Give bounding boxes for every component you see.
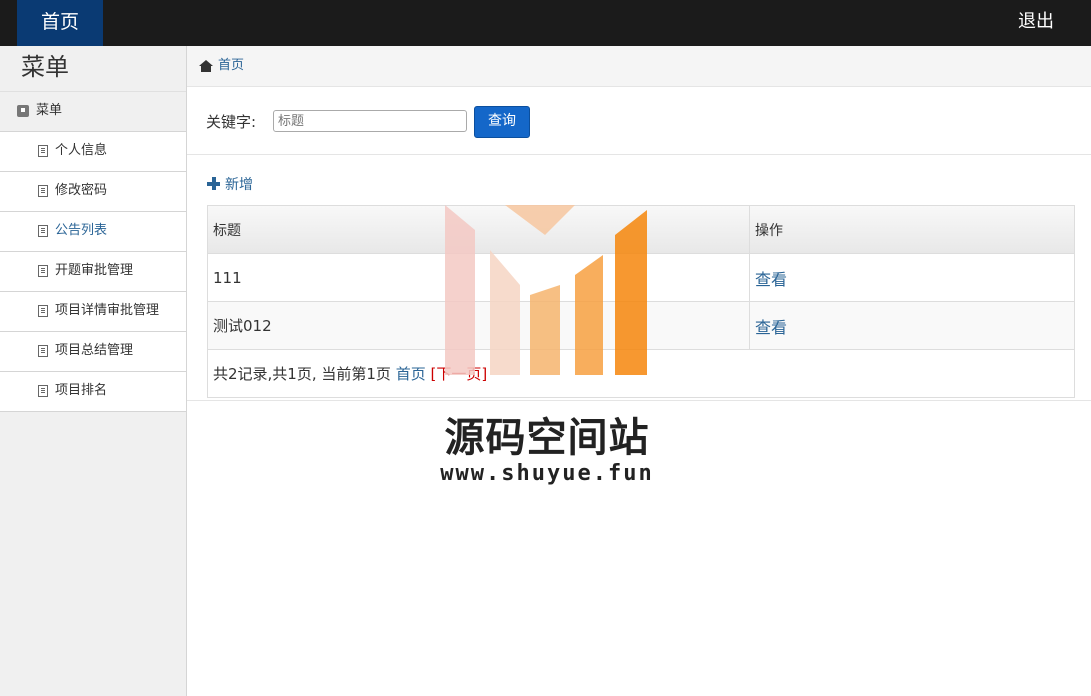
top-navbar: 首页 退出 bbox=[0, 0, 1091, 46]
sidebar-item-label: 公告列表 bbox=[55, 223, 108, 238]
list-icon bbox=[38, 264, 48, 277]
sidebar-title: 菜单 bbox=[0, 46, 186, 92]
sidebar-item-label: 项目总结管理 bbox=[55, 343, 134, 358]
watermark-name: 源码空间站 bbox=[444, 415, 650, 461]
sidebar-item-label: 修改密码 bbox=[55, 183, 108, 198]
watermark-url: www.shuyue.fun bbox=[440, 461, 654, 486]
sidebar-item-change-password[interactable]: 修改密码 bbox=[0, 172, 186, 212]
view-link[interactable]: 查看 bbox=[755, 270, 787, 289]
home-icon bbox=[199, 59, 213, 72]
list-icon bbox=[38, 304, 48, 317]
logo-bar bbox=[530, 285, 560, 375]
column-header-action: 操作 bbox=[749, 206, 1074, 254]
sidebar-item-project-detail-approval[interactable]: 项目详情审批管理 bbox=[0, 292, 186, 332]
list-icon bbox=[38, 144, 48, 157]
breadcrumb-home-link[interactable]: 首页 bbox=[218, 58, 244, 73]
logout-button[interactable]: 退出 bbox=[1018, 0, 1054, 44]
logo-bar bbox=[490, 250, 520, 375]
sidebar-item-notice-list[interactable]: 公告列表 bbox=[0, 212, 186, 252]
add-button[interactable]: 新增 bbox=[207, 174, 253, 194]
sidebar-group-label: 菜单 bbox=[36, 103, 63, 118]
plus-icon bbox=[207, 176, 220, 190]
list-icon bbox=[38, 184, 48, 197]
sidebar-item-personal-info[interactable]: 个人信息 bbox=[0, 132, 186, 172]
search-button[interactable]: 查询 bbox=[474, 106, 530, 138]
sidebar-item-label: 开题审批管理 bbox=[55, 263, 134, 278]
pager-summary: 共2记录,共1页, 当前第1页 bbox=[213, 365, 391, 383]
book-icon bbox=[17, 104, 29, 117]
breadcrumb: 首页 bbox=[187, 46, 1091, 87]
sidebar: 菜单 菜单 个人信息 修改密码 公告列表 开题审批管理 项目详情审批管理 项目总… bbox=[0, 46, 187, 696]
search-input[interactable] bbox=[273, 110, 467, 132]
watermark-logo bbox=[445, 205, 647, 375]
list-icon bbox=[38, 344, 48, 357]
pager-first-link[interactable]: 首页 bbox=[396, 365, 426, 383]
sidebar-item-label: 个人信息 bbox=[55, 143, 108, 158]
sidebar-group-menu[interactable]: 菜单 bbox=[0, 92, 186, 132]
search-bar: 关键字: 查询 bbox=[187, 87, 1091, 155]
divider bbox=[187, 400, 1091, 401]
list-icon bbox=[38, 384, 48, 397]
list-icon bbox=[38, 224, 48, 237]
sidebar-item-proposal-approval[interactable]: 开题审批管理 bbox=[0, 252, 186, 292]
sidebar-item-project-summary[interactable]: 项目总结管理 bbox=[0, 332, 186, 372]
logo-bar bbox=[445, 205, 475, 375]
logo-bar bbox=[615, 210, 647, 375]
logo-bar bbox=[575, 255, 603, 375]
view-link[interactable]: 查看 bbox=[755, 318, 787, 337]
logo-triangle bbox=[505, 205, 575, 235]
sidebar-item-label: 项目排名 bbox=[55, 383, 108, 398]
add-label: 新增 bbox=[225, 177, 253, 193]
sidebar-item-project-ranking[interactable]: 项目排名 bbox=[0, 372, 186, 412]
home-nav-button[interactable]: 首页 bbox=[17, 0, 103, 46]
search-label: 关键字: bbox=[206, 113, 257, 131]
sidebar-item-label: 项目详情审批管理 bbox=[55, 303, 160, 318]
